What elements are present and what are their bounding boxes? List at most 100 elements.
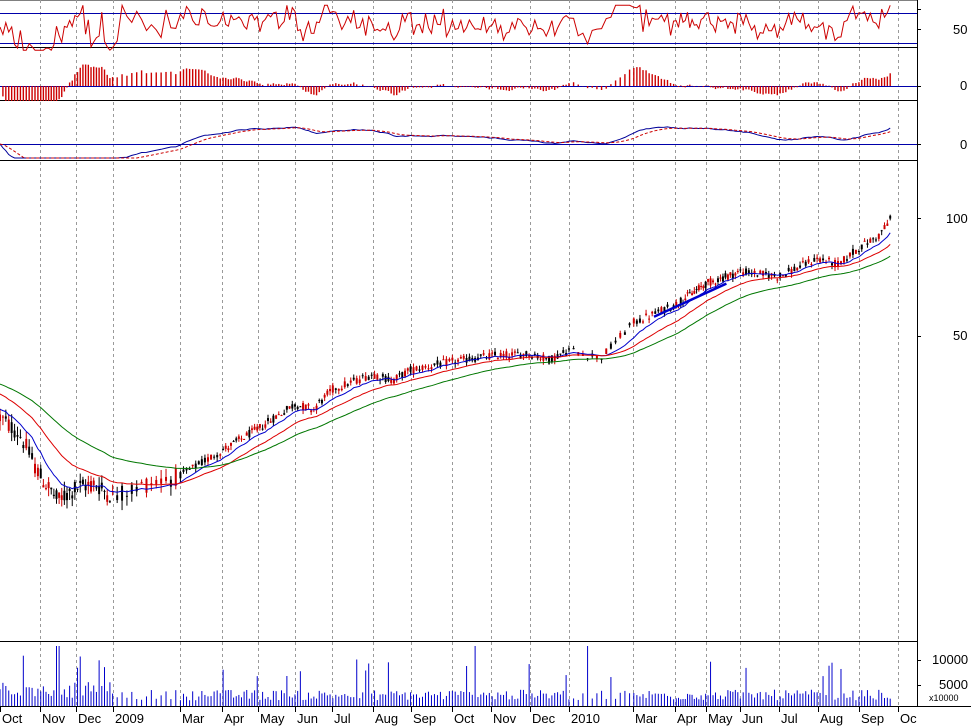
candle-body bbox=[79, 480, 82, 483]
candle-body bbox=[58, 492, 61, 498]
candle-body bbox=[224, 445, 227, 449]
candle-body bbox=[889, 215, 892, 219]
candle-body bbox=[25, 438, 28, 449]
month-label: Jun bbox=[297, 711, 318, 726]
candle-body bbox=[200, 459, 203, 466]
candle-body bbox=[712, 280, 715, 283]
candle-body bbox=[813, 257, 816, 262]
candle-body bbox=[302, 403, 305, 411]
candle-body bbox=[245, 432, 248, 436]
candle-body bbox=[562, 350, 565, 353]
candle-body bbox=[60, 495, 63, 500]
month-label: Oc bbox=[900, 711, 917, 726]
candle-body bbox=[702, 286, 705, 289]
volume-tick-10000: 10000 bbox=[932, 652, 968, 667]
candle-body bbox=[283, 413, 286, 415]
candle-body bbox=[329, 388, 332, 392]
candle-body bbox=[787, 267, 790, 272]
stock-chart: 50 0 0 100 50 10000 5000 x10000 Oct Nov De… bbox=[0, 0, 971, 726]
candle-body bbox=[343, 381, 346, 388]
candles bbox=[0, 214, 892, 511]
candle-body bbox=[125, 495, 128, 497]
candle-body bbox=[828, 257, 831, 260]
candle-body bbox=[248, 429, 251, 438]
candle-body bbox=[320, 399, 323, 404]
candle-body bbox=[140, 481, 143, 483]
candle-body bbox=[182, 469, 185, 472]
candle-body bbox=[47, 482, 50, 489]
candle-body bbox=[645, 313, 648, 315]
candle-body bbox=[819, 258, 822, 263]
candle-body bbox=[293, 404, 296, 407]
candle-body bbox=[409, 366, 412, 372]
candle-body bbox=[851, 248, 854, 255]
month-label: 2010 bbox=[571, 711, 600, 726]
candle-body bbox=[448, 358, 451, 361]
candle-body bbox=[539, 358, 542, 360]
candle-body bbox=[346, 384, 349, 386]
candle-body bbox=[831, 263, 834, 266]
candle-body bbox=[459, 356, 462, 359]
candle-body bbox=[84, 485, 87, 491]
candle-body bbox=[704, 281, 707, 288]
candle-body bbox=[63, 490, 66, 501]
candle-body bbox=[222, 448, 225, 450]
month-label: Jul bbox=[334, 711, 351, 726]
month-label: Nov bbox=[493, 711, 517, 726]
month-label: Mar bbox=[182, 711, 205, 726]
candle-body bbox=[307, 404, 310, 406]
volume-multiplier-label: x10000 bbox=[929, 693, 959, 703]
candle-body bbox=[291, 404, 294, 409]
candle-body bbox=[4, 416, 7, 419]
candle-body bbox=[736, 270, 739, 273]
price-tick-50: 50 bbox=[953, 328, 967, 343]
candle-body bbox=[609, 343, 612, 349]
candle-body bbox=[130, 484, 133, 494]
candle-body bbox=[648, 318, 651, 320]
candle-body bbox=[866, 243, 869, 245]
candle-body bbox=[370, 374, 373, 376]
candle-body bbox=[22, 444, 25, 449]
candle-body bbox=[213, 456, 216, 458]
histogram-panel bbox=[2, 64, 891, 101]
candle-body bbox=[427, 368, 430, 370]
candle-body bbox=[135, 486, 138, 492]
candle-body bbox=[191, 464, 194, 467]
candle-body bbox=[857, 251, 860, 253]
candle-body bbox=[729, 272, 732, 276]
candle-body bbox=[81, 479, 84, 485]
month-label: Jul bbox=[781, 711, 798, 726]
candle-body bbox=[7, 419, 10, 431]
month-label: Dec bbox=[78, 711, 102, 726]
candle-body bbox=[92, 480, 95, 485]
price-tick-100: 100 bbox=[946, 211, 968, 226]
candle-body bbox=[269, 421, 272, 423]
month-label: Aug bbox=[820, 711, 843, 726]
month-gridlines bbox=[40, 0, 899, 706]
candle-body bbox=[810, 263, 813, 265]
candle-body bbox=[364, 376, 367, 381]
candle-body bbox=[358, 379, 361, 384]
candle-body bbox=[516, 352, 519, 354]
candle-body bbox=[724, 273, 727, 278]
candle-body bbox=[796, 268, 799, 271]
candle-body bbox=[376, 374, 379, 380]
candle-body bbox=[243, 439, 246, 441]
candle-body bbox=[479, 354, 482, 356]
candle-body bbox=[310, 410, 313, 413]
candle-body bbox=[98, 486, 101, 495]
month-label: May bbox=[708, 711, 733, 726]
candle-body bbox=[367, 376, 370, 380]
candle-body bbox=[756, 275, 759, 277]
volume-panel bbox=[0, 646, 891, 706]
candle-body bbox=[415, 366, 418, 371]
candle-body bbox=[50, 487, 53, 490]
candle-body bbox=[68, 488, 71, 492]
candle-body bbox=[614, 340, 617, 343]
candle-body bbox=[511, 352, 514, 356]
candle-body bbox=[605, 348, 608, 355]
candle-body bbox=[235, 438, 238, 441]
candle-body bbox=[842, 256, 845, 263]
candle-body bbox=[553, 355, 556, 361]
candle-body bbox=[229, 442, 232, 446]
